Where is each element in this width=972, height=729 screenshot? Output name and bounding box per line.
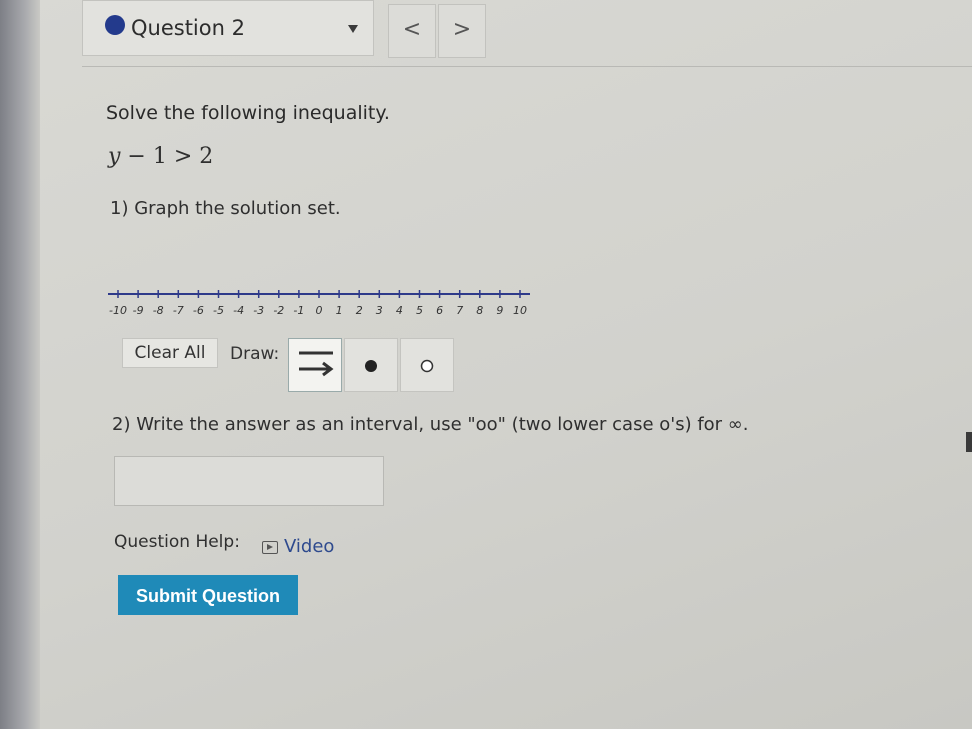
interval-answer-input[interactable] [114, 456, 384, 506]
instruction-text: Solve the following inequality. [106, 102, 390, 124]
number-line-tick-label: 4 [396, 304, 403, 317]
previous-question-button[interactable]: < [388, 4, 436, 58]
video-link[interactable]: Video [262, 536, 334, 557]
edge-marker [966, 432, 972, 452]
question-label: Question 2 [131, 16, 245, 40]
number-line-tick-label: 5 [416, 304, 423, 317]
inequality-expression: y − 1 > 2 [108, 144, 213, 169]
open-dot-icon [420, 359, 434, 373]
ray-tool-icon [299, 351, 334, 377]
part2-label: 2) Write the answer as an interval, use … [112, 414, 749, 435]
number-line-tick-label: -8 [153, 304, 164, 317]
number-line-tick-label: -10 [109, 304, 127, 317]
number-line-tick-label: 7 [456, 304, 463, 317]
number-line-tick-label: 2 [356, 304, 363, 317]
chevron-down-icon [348, 25, 358, 33]
question-status-icon [105, 15, 125, 35]
number-line-tick-label: -5 [213, 304, 224, 317]
open-dot-tool-button[interactable] [400, 338, 454, 392]
number-line-tick-label: 0 [316, 304, 323, 317]
part1-label: 1) Graph the solution set. [110, 198, 341, 219]
number-line-tick-label: -9 [133, 304, 144, 317]
closed-dot-tool-button[interactable] [344, 338, 398, 392]
clear-all-button[interactable]: Clear All [122, 338, 218, 368]
number-line-tick-label: 1 [336, 304, 343, 317]
number-line-tick-label: -2 [273, 304, 284, 317]
inequality-variable: y [108, 144, 121, 169]
header-divider [82, 66, 972, 67]
closed-dot-icon [365, 360, 377, 372]
number-line-tick-label: 6 [436, 304, 443, 317]
inequality-rest: − 1 > 2 [120, 144, 214, 169]
draw-label: Draw: [230, 344, 280, 364]
number-line-tick-label: 9 [496, 304, 503, 317]
number-line-tick-label: 3 [376, 304, 383, 317]
ray-tool-button[interactable] [288, 338, 342, 392]
video-icon [262, 540, 278, 554]
number-line-tick-label: 8 [476, 304, 483, 317]
number-line-tick-label: -6 [193, 304, 204, 317]
number-line-tick-label: -3 [253, 304, 264, 317]
number-line-graph[interactable]: -10 -9 -8 -7 -6 -5 -4 -3 -2 -1 0 1 2 3 4 5 6 7 8 9 10 [100, 276, 540, 322]
next-question-button[interactable]: > [438, 4, 486, 58]
number-line-tick-label: -1 [293, 304, 304, 317]
number-line-tick-label: -4 [233, 304, 244, 317]
video-link-label: Video [284, 536, 335, 557]
number-line-tick-label: 10 [513, 304, 527, 317]
question-selector[interactable]: Question 2 [82, 0, 374, 56]
question-help-label: Question Help: [114, 532, 240, 552]
number-line-tick-label: -7 [173, 304, 184, 317]
submit-question-button[interactable]: Submit Question [118, 575, 298, 615]
screen-edge [0, 0, 40, 729]
